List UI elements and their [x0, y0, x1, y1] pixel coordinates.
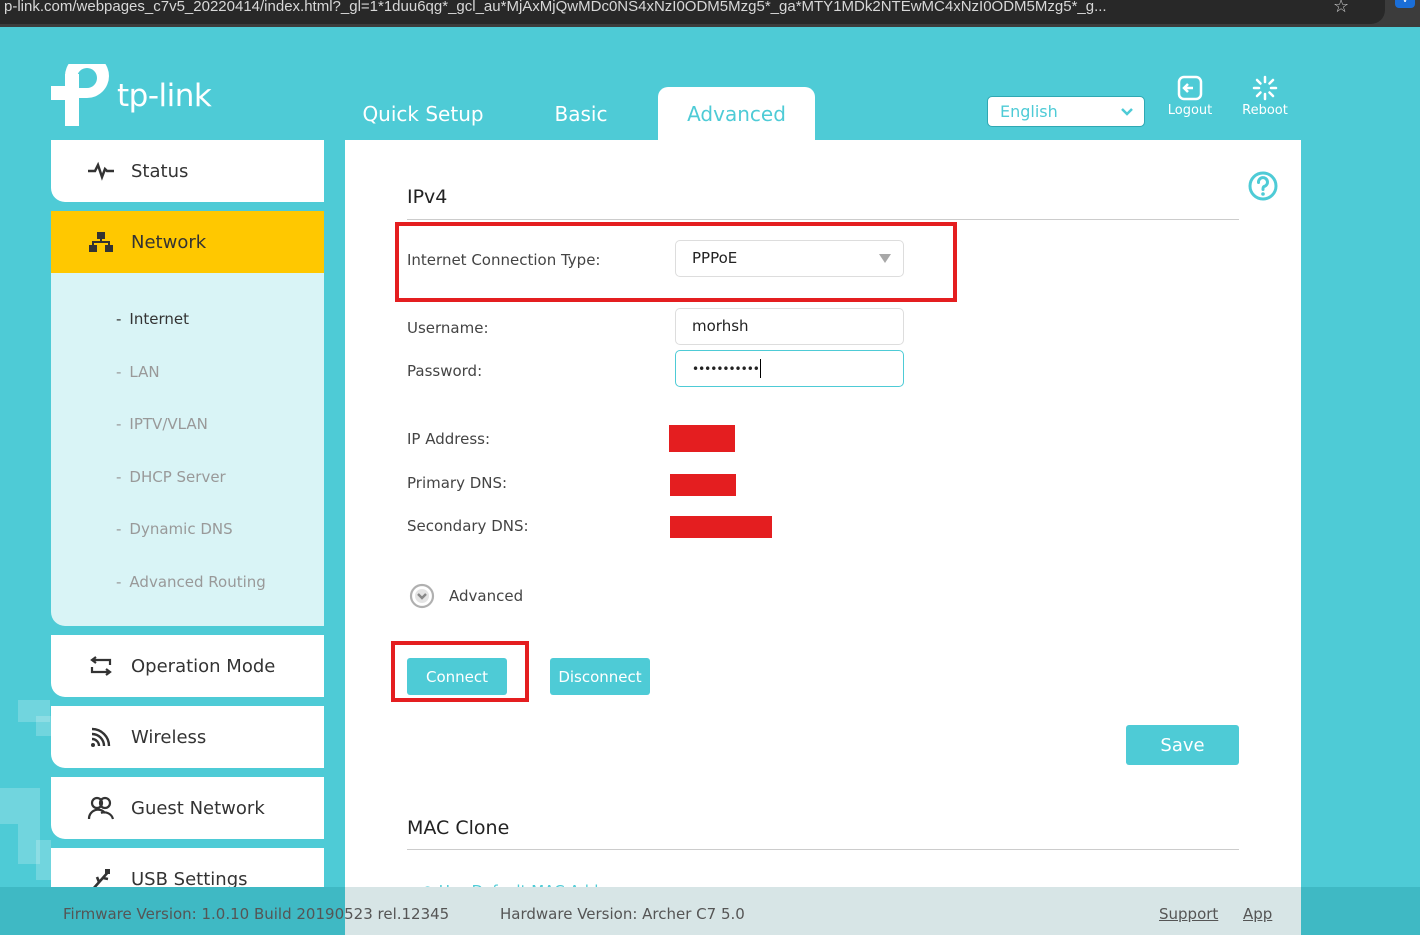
wifi-icon	[86, 726, 116, 748]
network-submenu: - Internet - LAN - IPTV/VLAN - DHCP Server -…	[51, 273, 324, 626]
submenu-item-iptv-vlan[interactable]: - IPTV/VLAN	[116, 415, 208, 433]
bookmark-star-icon[interactable]: ☆	[1333, 0, 1349, 17]
tp-link-logo: tp-link	[51, 54, 212, 126]
guests-icon	[86, 796, 116, 820]
password-input[interactable]: •••••••••••	[675, 350, 904, 387]
sidebar-item-label: Status	[131, 160, 189, 182]
secondary-dns-label: Secondary DNS:	[407, 517, 529, 535]
submenu-item-dhcp-server[interactable]: - DHCP Server	[116, 468, 226, 486]
primary-dns-label: Primary DNS:	[407, 474, 508, 492]
extension-icon[interactable]: V	[1395, 0, 1415, 8]
sidebar-item-label: Network	[131, 231, 207, 253]
submenu-item-advanced-routing[interactable]: - Advanced Routing	[116, 573, 266, 591]
reboot-label: Reboot	[1242, 103, 1288, 118]
url-text: p-link.com/webpages_c7v5_20220414/index.…	[4, 0, 1107, 15]
submenu-label: Internet	[129, 310, 189, 328]
username-value: morhsh	[692, 317, 749, 335]
sidebar-item-operation-mode[interactable]: Operation Mode	[51, 635, 324, 697]
support-link[interactable]: Support	[1159, 905, 1218, 923]
submenu-label: Advanced Routing	[129, 573, 266, 591]
dash: -	[116, 415, 122, 433]
language-select[interactable]: English	[987, 96, 1145, 127]
browser-toolbar: p-link.com/webpages_c7v5_20220414/index.…	[0, 0, 1420, 27]
sidebar-item-guest-network[interactable]: Guest Network	[51, 777, 324, 839]
reboot-icon	[1252, 75, 1278, 101]
primary-dns-redaction	[670, 474, 736, 496]
app-link[interactable]: App	[1243, 905, 1272, 923]
dash: -	[116, 573, 122, 591]
secondary-dns-redaction	[670, 516, 772, 538]
sidebar-item-label: Operation Mode	[131, 655, 276, 677]
tab-quick-setup[interactable]: Quick Setup	[340, 87, 506, 140]
ip-address-redaction	[669, 425, 735, 452]
tab-basic[interactable]: Basic	[506, 87, 656, 140]
background-decoration	[36, 840, 51, 880]
ipv4-section-title: IPv4	[407, 186, 448, 208]
text-cursor	[759, 359, 761, 378]
sidebar-item-label: Wireless	[131, 726, 207, 748]
password-label: Password:	[407, 362, 483, 380]
logout-icon	[1177, 75, 1203, 101]
annotation-highlight-connect	[391, 641, 529, 702]
footer-right-band	[1301, 887, 1420, 935]
username-input[interactable]: morhsh	[675, 308, 904, 345]
background-decoration	[0, 788, 40, 824]
sidebar-item-status[interactable]: Status	[51, 140, 324, 202]
mode-switch-icon	[86, 655, 116, 677]
sidebar-item-network[interactable]: Network	[51, 211, 324, 273]
dash: -	[116, 468, 122, 486]
tab-advanced[interactable]: Advanced	[658, 87, 815, 140]
advanced-toggle[interactable]: Advanced	[409, 583, 523, 609]
expand-circle-icon	[409, 583, 435, 609]
tp-link-logo-icon	[51, 54, 113, 126]
submenu-label: LAN	[129, 363, 160, 381]
dash: -	[116, 363, 122, 381]
address-bar[interactable]: p-link.com/webpages_c7v5_20220414/index.…	[0, 0, 1385, 24]
footer: Firmware Version: 1.0.10 Build 20190523 …	[0, 887, 1420, 935]
submenu-item-dynamic-dns[interactable]: - Dynamic DNS	[116, 520, 233, 538]
submenu-label: DHCP Server	[129, 468, 226, 486]
dash: -	[116, 520, 122, 538]
password-value: •••••••••••	[692, 362, 760, 376]
background-decoration	[36, 716, 51, 736]
hardware-version: Hardware Version: Archer C7 5.0	[500, 905, 745, 923]
disconnect-button[interactable]: Disconnect	[550, 658, 650, 695]
reboot-button[interactable]: Reboot	[1235, 75, 1295, 118]
submenu-item-internet[interactable]: - Internet	[116, 310, 189, 328]
top-nav-tabs: Quick Setup Basic Advanced	[340, 87, 815, 140]
help-icon[interactable]	[1247, 170, 1279, 206]
sidebar-item-wireless[interactable]: Wireless	[51, 706, 324, 768]
network-tree-icon	[86, 231, 116, 253]
divider	[407, 849, 1239, 850]
advanced-toggle-label: Advanced	[449, 587, 524, 605]
annotation-highlight-connection-type	[395, 222, 957, 302]
firmware-version: Firmware Version: 1.0.10 Build 20190523 …	[63, 905, 450, 923]
language-selected-value: English	[1000, 102, 1058, 121]
pulse-icon	[86, 161, 116, 181]
submenu-label: Dynamic DNS	[129, 520, 233, 538]
username-label: Username:	[407, 319, 489, 337]
chevron-down-icon	[1120, 97, 1134, 137]
ip-address-label: IP Address:	[407, 430, 491, 448]
sidebar-item-label: Guest Network	[131, 797, 265, 819]
dash: -	[116, 310, 122, 328]
submenu-item-lan[interactable]: - LAN	[116, 363, 160, 381]
submenu-label: IPTV/VLAN	[129, 415, 208, 433]
logout-button[interactable]: Logout	[1160, 75, 1220, 118]
save-button[interactable]: Save	[1126, 725, 1239, 765]
mac-clone-section-title: MAC Clone	[407, 817, 510, 839]
divider	[407, 219, 1239, 220]
brand-name: tp-link	[117, 78, 212, 114]
logout-label: Logout	[1167, 103, 1213, 118]
